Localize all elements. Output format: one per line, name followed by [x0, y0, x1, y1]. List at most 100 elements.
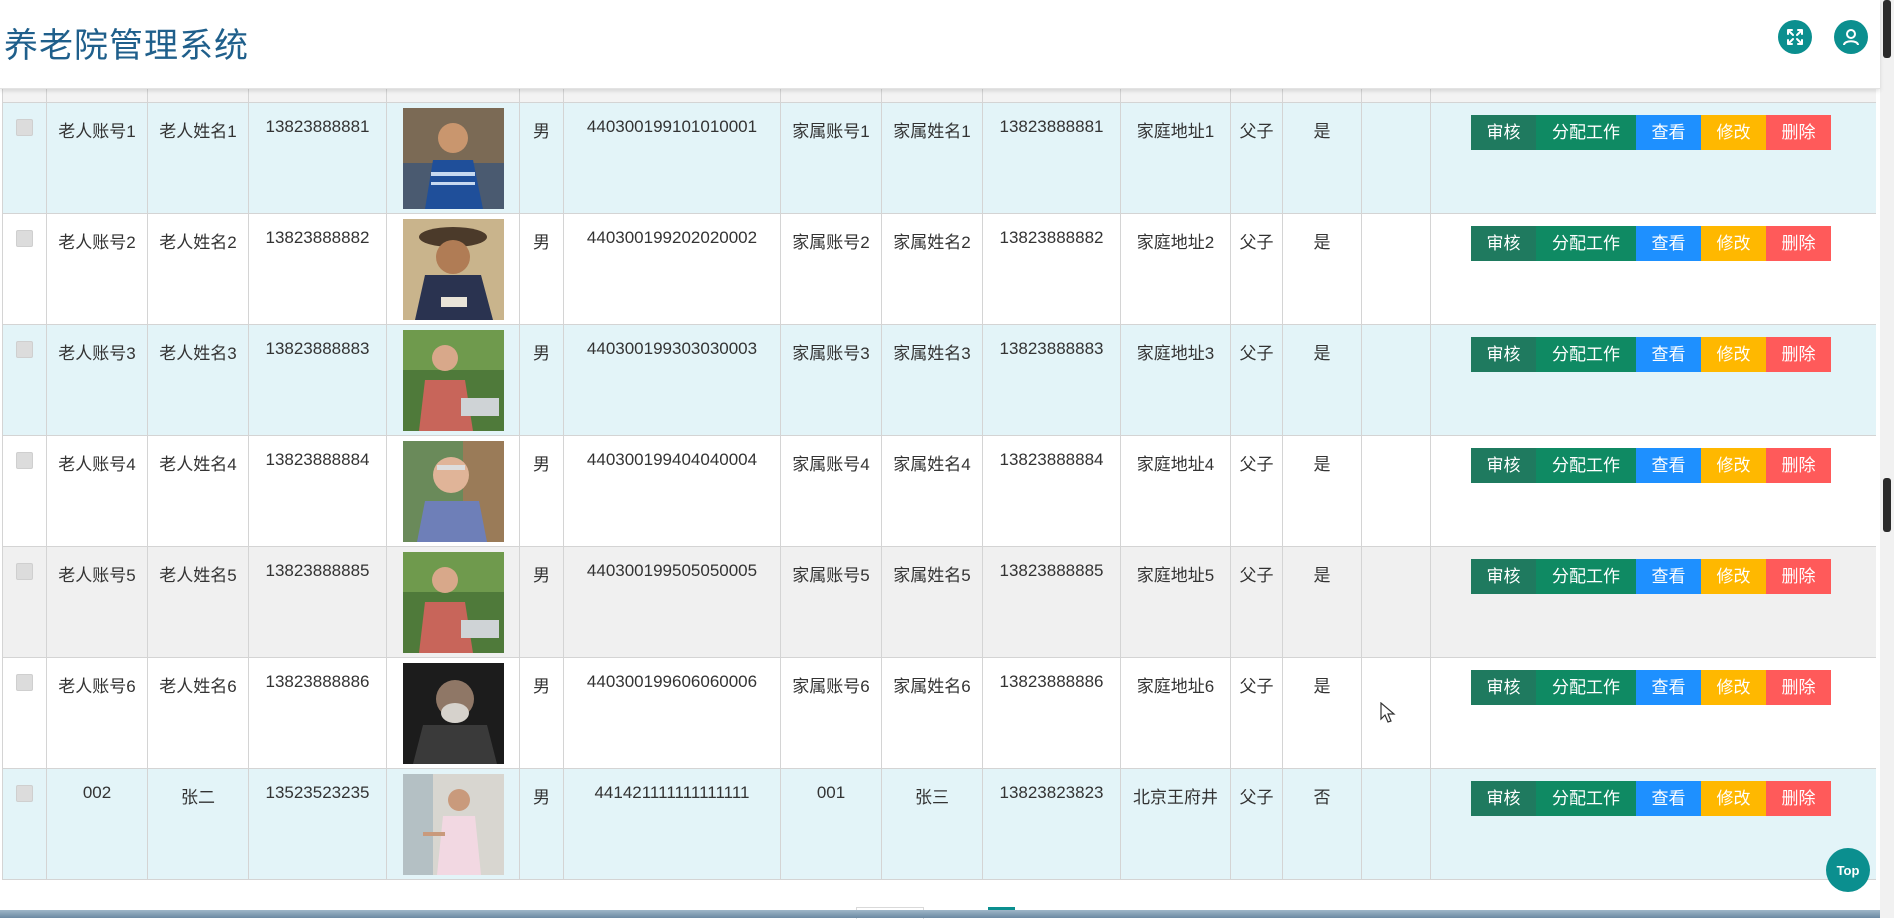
edit-button[interactable]: 修改	[1701, 670, 1766, 705]
scrollbar-thumb-inner[interactable]	[1883, 478, 1891, 532]
elder-photo[interactable]	[402, 552, 504, 653]
empty-cell	[1361, 546, 1431, 658]
assign-work-button[interactable]: 分配工作	[1536, 448, 1636, 483]
assign-work-button[interactable]: 分配工作	[1536, 115, 1636, 150]
delete-button[interactable]: 删除	[1766, 670, 1831, 705]
relation-cell: 父子	[1230, 546, 1283, 658]
bottom-bar	[0, 910, 1894, 918]
family-phone-cell: 13823888883	[982, 324, 1121, 436]
family-account-cell: 家属账号5	[780, 546, 882, 658]
audit-button[interactable]: 审核	[1471, 781, 1536, 816]
elder-photo[interactable]	[402, 774, 504, 875]
elder-photo[interactable]	[402, 441, 504, 542]
delete-button[interactable]: 删除	[1766, 226, 1831, 261]
table-row[interactable]: 002 张二 13523523235 男 441421111111111111 001 张三…	[2, 768, 1876, 880]
scrollbar-thumb[interactable]	[1883, 0, 1891, 58]
family-name-cell: 家属姓名4	[881, 435, 983, 547]
home-address-cell: 家庭地址5	[1120, 546, 1231, 658]
delete-button[interactable]: 删除	[1766, 448, 1831, 483]
table-row[interactable]: 老人账号6 老人姓名6 13823888886 男 440300199606060006…	[2, 657, 1876, 769]
edit-button[interactable]: 修改	[1701, 781, 1766, 816]
family-account-cell: 家属账号2	[780, 213, 882, 325]
elder-name-cell: 老人姓名1	[147, 102, 249, 214]
table-row[interactable]: 老人账号5 老人姓名5 13823888885 男 440300199505050005…	[2, 546, 1876, 658]
empty-cell	[1361, 657, 1431, 769]
delete-button[interactable]: 删除	[1766, 559, 1831, 594]
row-checkbox[interactable]	[16, 230, 33, 247]
page-scrollbar[interactable]	[1880, 0, 1894, 918]
elder-photo-cell	[386, 213, 520, 325]
audit-button[interactable]: 审核	[1471, 115, 1536, 150]
row-checkbox[interactable]	[16, 674, 33, 691]
elderly-table-container: 老人账号1 老人姓名1 13823888881 男 440300199101010001…	[2, 88, 1876, 888]
row-actions: 审核 分配工作 查看 修改 删除	[1471, 559, 1876, 594]
assign-work-button[interactable]: 分配工作	[1536, 781, 1636, 816]
back-to-top-button[interactable]: Top	[1826, 848, 1870, 892]
row-checkbox[interactable]	[16, 119, 33, 136]
row-checkbox[interactable]	[16, 341, 33, 358]
audit-button[interactable]: 审核	[1471, 337, 1536, 372]
family-phone-cell: 13823888884	[982, 435, 1121, 547]
view-button[interactable]: 查看	[1636, 226, 1701, 261]
home-address-cell: 北京王府井	[1120, 768, 1231, 880]
row-actions: 审核 分配工作 查看 修改 删除	[1471, 781, 1876, 816]
edit-button[interactable]: 修改	[1701, 226, 1766, 261]
audit-button[interactable]: 审核	[1471, 559, 1536, 594]
view-button[interactable]: 查看	[1636, 781, 1701, 816]
table-row[interactable]: 老人账号4 老人姓名4 13823888884 男 440300199404040004…	[2, 435, 1876, 547]
elder-name-cell: 老人姓名3	[147, 324, 249, 436]
elder-photo-cell	[386, 657, 520, 769]
family-account-cell: 家属账号6	[780, 657, 882, 769]
gender-cell: 男	[519, 324, 564, 436]
id-number-cell: 440300199303030003	[563, 324, 781, 436]
elder-phone-cell: 13823888882	[248, 213, 387, 325]
status-cell: 是	[1282, 213, 1362, 325]
relation-cell: 父子	[1230, 435, 1283, 547]
assign-work-button[interactable]: 分配工作	[1536, 226, 1636, 261]
id-number-cell: 440300199404040004	[563, 435, 781, 547]
elder-phone-cell: 13823888885	[248, 546, 387, 658]
elder-photo[interactable]	[402, 663, 504, 764]
elder-photo[interactable]	[402, 108, 504, 209]
view-button[interactable]: 查看	[1636, 115, 1701, 150]
edit-button[interactable]: 修改	[1701, 115, 1766, 150]
view-button[interactable]: 查看	[1636, 337, 1701, 372]
family-name-cell: 家属姓名5	[881, 546, 983, 658]
actions-cell: 审核 分配工作 查看 修改 删除	[1430, 102, 1876, 214]
edit-button[interactable]: 修改	[1701, 337, 1766, 372]
user-button[interactable]	[1834, 20, 1868, 54]
table-row[interactable]: 老人账号1 老人姓名1 13823888881 男 440300199101010001…	[2, 102, 1876, 214]
edit-button[interactable]: 修改	[1701, 559, 1766, 594]
assign-work-button[interactable]: 分配工作	[1536, 337, 1636, 372]
elder-name-cell: 张二	[147, 768, 249, 880]
elder-photo[interactable]	[402, 330, 504, 431]
assign-work-button[interactable]: 分配工作	[1536, 559, 1636, 594]
relation-cell: 父子	[1230, 213, 1283, 325]
table-row[interactable]: 老人账号2 老人姓名2 13823888882 男 440300199202020002…	[2, 213, 1876, 325]
delete-button[interactable]: 删除	[1766, 115, 1831, 150]
edit-button[interactable]: 修改	[1701, 448, 1766, 483]
view-button[interactable]: 查看	[1636, 448, 1701, 483]
delete-button[interactable]: 删除	[1766, 337, 1831, 372]
assign-work-button[interactable]: 分配工作	[1536, 670, 1636, 705]
actions-cell: 审核 分配工作 查看 修改 删除	[1430, 768, 1876, 880]
view-button[interactable]: 查看	[1636, 559, 1701, 594]
row-checkbox[interactable]	[16, 563, 33, 580]
table-row[interactable]: 老人账号3 老人姓名3 13823888883 男 440300199303030003…	[2, 324, 1876, 436]
row-checkbox[interactable]	[16, 785, 33, 802]
elder-photo[interactable]	[402, 219, 504, 320]
delete-button[interactable]: 删除	[1766, 781, 1831, 816]
family-phone-cell: 13823888882	[982, 213, 1121, 325]
fullscreen-button[interactable]	[1778, 20, 1812, 54]
row-select-cell	[2, 102, 47, 214]
mouse-cursor-icon	[1380, 702, 1396, 723]
view-button[interactable]: 查看	[1636, 670, 1701, 705]
gender-cell: 男	[519, 102, 564, 214]
row-checkbox[interactable]	[16, 452, 33, 469]
audit-button[interactable]: 审核	[1471, 226, 1536, 261]
elder-phone-cell: 13823888881	[248, 102, 387, 214]
elder-photo-cell	[386, 768, 520, 880]
audit-button[interactable]: 审核	[1471, 670, 1536, 705]
family-name-cell: 张三	[881, 768, 983, 880]
audit-button[interactable]: 审核	[1471, 448, 1536, 483]
